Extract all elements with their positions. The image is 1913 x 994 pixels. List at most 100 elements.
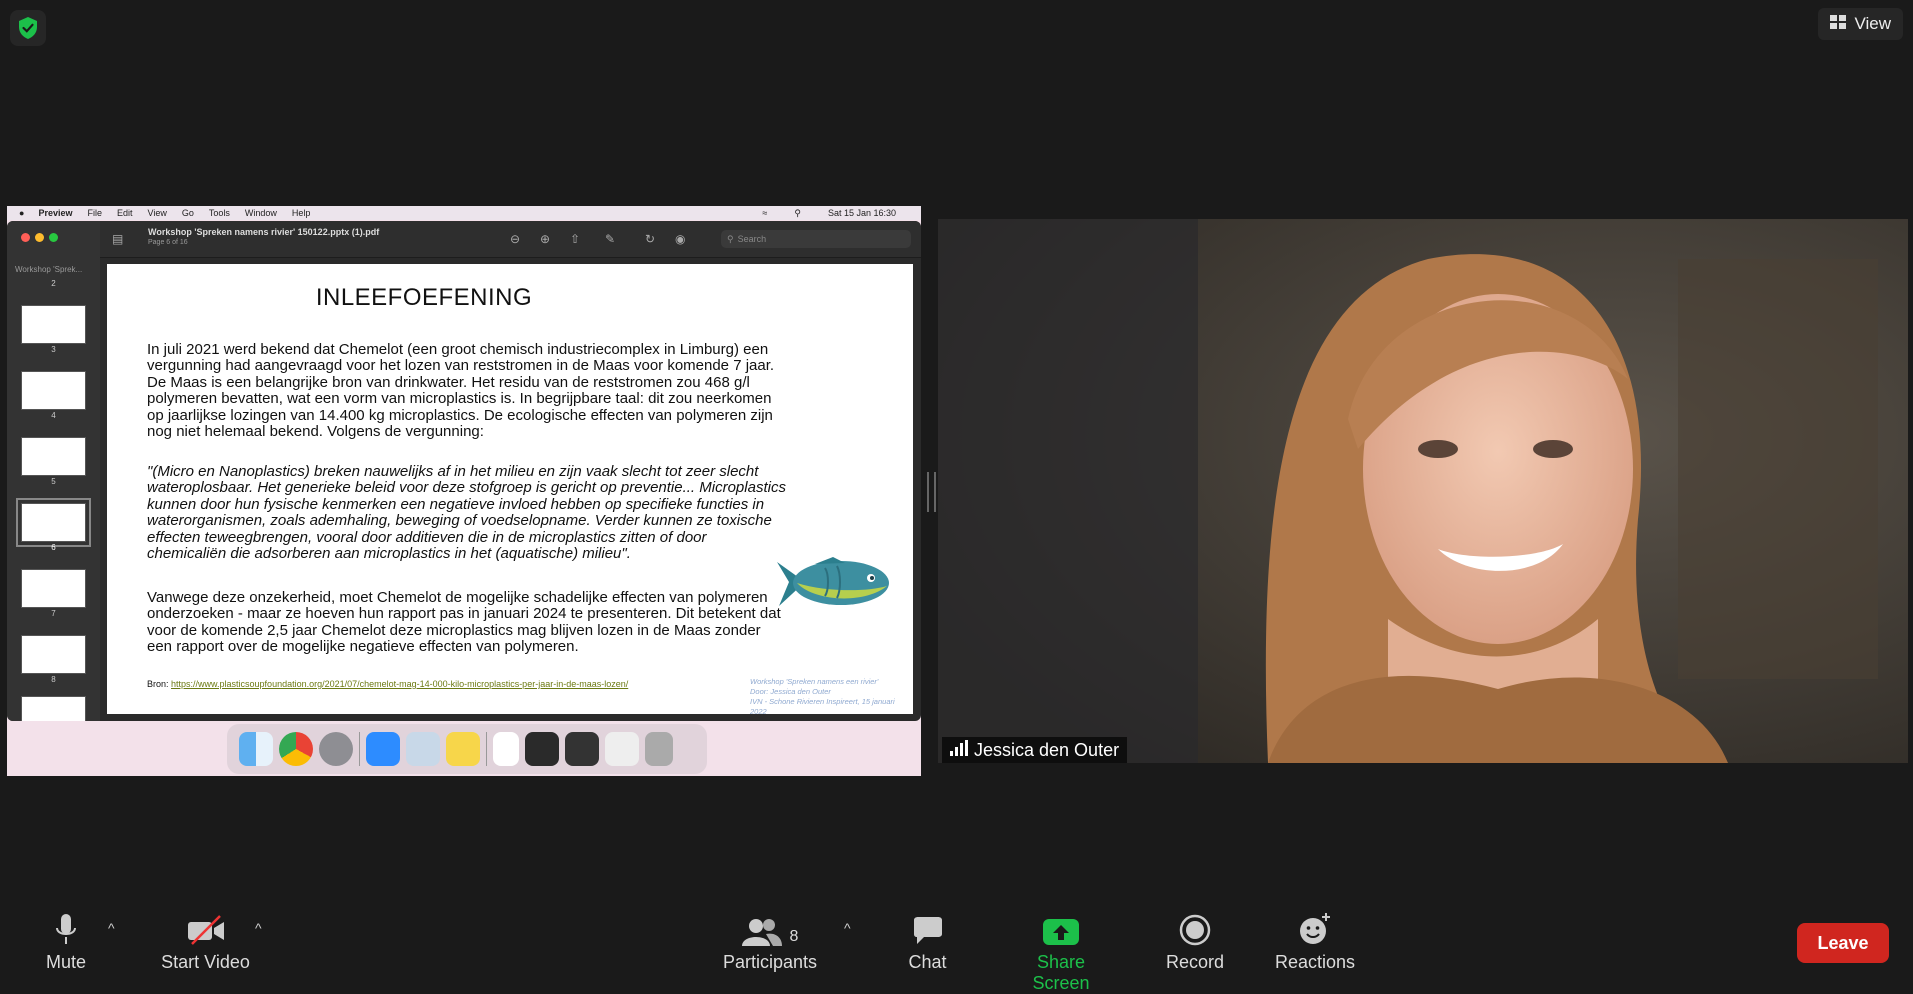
footer-line: Workshop 'Spreken namens een rivier' xyxy=(750,677,879,686)
clock-text: Sat 15 Jan 16:30 xyxy=(827,207,896,218)
menu-item[interactable]: Edit xyxy=(117,208,133,218)
preview-window: Workshop 'Sprek... 2 3 4 5 6 7 8 ▤ Works… xyxy=(7,221,921,721)
document-title: Workshop 'Spreken namens rivier' 150122.… xyxy=(148,227,380,237)
participant-count: 8 xyxy=(789,928,799,945)
grid-icon xyxy=(1830,14,1847,34)
page-thumbnail[interactable] xyxy=(21,371,86,410)
start-video-label: Start Video xyxy=(161,952,250,972)
view-button[interactable]: View xyxy=(1818,8,1903,40)
search-input[interactable]: ⚲ Search xyxy=(721,230,911,248)
fish-illustration xyxy=(775,554,893,617)
reactions-label: Reactions xyxy=(1274,952,1356,972)
window-preview-icon[interactable] xyxy=(525,732,559,766)
menu-item[interactable]: Preview xyxy=(38,208,72,218)
people-icon xyxy=(741,919,782,946)
sidebar-toggle-icon[interactable]: ▤ xyxy=(112,232,123,246)
thumb-number: 2 xyxy=(51,279,56,288)
participant-name: Jessica den Outer xyxy=(974,739,1120,760)
chevron-up-icon[interactable]: ^ xyxy=(255,920,262,936)
slide-title: INLEEFOEFENING xyxy=(315,284,533,311)
window-preview-icon[interactable] xyxy=(605,732,639,766)
thumbnail-sidebar[interactable]: Workshop 'Sprek... 2 3 4 5 6 7 8 xyxy=(7,221,100,721)
leave-button[interactable]: Leave xyxy=(1797,923,1889,963)
zoom-out-icon[interactable]: ⊖ xyxy=(510,232,520,246)
system-preferences-icon[interactable] xyxy=(319,732,353,766)
share-screen-label: Share Screen xyxy=(1032,952,1090,993)
markup-icon[interactable]: ✎ xyxy=(605,232,615,246)
menu-item[interactable]: File xyxy=(87,208,102,218)
menu-item[interactable]: Tools xyxy=(209,208,230,218)
chat-bubble-icon xyxy=(912,910,944,946)
participants-label: Participants xyxy=(722,952,818,972)
window-preview-icon[interactable] xyxy=(565,732,599,766)
mac-menu-bar: ● Preview File Edit View Go Tools Window… xyxy=(7,206,921,220)
video-frame-image xyxy=(938,219,1908,763)
leave-label: Leave xyxy=(1817,932,1869,953)
source-link[interactable]: https://www.plasticsoupfoundation.org/20… xyxy=(171,679,628,689)
thumb-number: 4 xyxy=(51,411,56,420)
microphone-icon xyxy=(54,910,78,946)
shared-screen: ● Preview File Edit View Go Tools Window… xyxy=(7,206,921,776)
participant-video[interactable]: Jessica den Outer xyxy=(938,219,1908,763)
chrome-icon[interactable] xyxy=(279,732,313,766)
slide-paragraph: In juli 2021 werd bekend dat Chemelot (e… xyxy=(147,341,775,441)
mute-button[interactable]: Mute xyxy=(40,910,92,973)
rotate-icon[interactable]: ↻ xyxy=(645,232,655,246)
trash-icon[interactable] xyxy=(645,732,673,766)
search-icon: ⚲ xyxy=(727,233,734,244)
menu-item[interactable]: View xyxy=(148,208,167,218)
footer-line: Door: Jessica den Outer xyxy=(750,687,831,696)
search-placeholder: Search xyxy=(737,234,767,244)
slide-footer: Workshop 'Spreken namens een rivier' Doo… xyxy=(750,677,913,717)
chevron-up-icon[interactable]: ^ xyxy=(844,920,851,936)
dock-divider xyxy=(359,732,360,766)
thumb-number: 7 xyxy=(51,609,56,618)
zoom-app-icon[interactable] xyxy=(366,732,400,766)
chat-label: Chat xyxy=(908,952,947,972)
page-thumbnail-selected[interactable] xyxy=(16,498,91,547)
preview-app-icon[interactable] xyxy=(406,732,440,766)
close-window-icon[interactable] xyxy=(21,233,30,242)
thumb-number: 5 xyxy=(51,477,56,486)
wifi-icon: ≈ xyxy=(762,207,768,218)
menu-item[interactable]: Help xyxy=(292,208,311,218)
mute-label: Mute xyxy=(45,952,87,972)
menu-item[interactable]: Go xyxy=(182,208,194,218)
notes-app-icon[interactable] xyxy=(446,732,480,766)
participant-name-tag: Jessica den Outer xyxy=(942,737,1128,763)
chat-button[interactable]: Chat xyxy=(905,910,950,973)
document-icon[interactable] xyxy=(493,732,519,766)
mac-dock xyxy=(227,724,707,774)
chevron-up-icon[interactable]: ^ xyxy=(108,920,115,936)
participants-icon-group: 8 xyxy=(741,910,799,946)
minimize-window-icon[interactable] xyxy=(35,233,44,242)
source-label: Bron: xyxy=(147,679,172,689)
splitter-handle[interactable] xyxy=(927,472,936,512)
apple-icon: ● xyxy=(19,208,25,218)
slide-quote: "(Micro en Nanoplastics) breken nauwelij… xyxy=(147,463,786,563)
page-thumbnail[interactable] xyxy=(21,696,86,721)
share-screen-button[interactable]: Share Screen xyxy=(1006,910,1116,994)
thumb-number: 3 xyxy=(51,345,56,354)
page-thumbnail[interactable] xyxy=(21,635,86,674)
annotate-icon[interactable]: ◉ xyxy=(675,232,685,246)
reactions-button[interactable]: Reactions xyxy=(1274,910,1356,973)
share-icon[interactable]: ⇧ xyxy=(570,232,580,246)
page-thumbnail[interactable] xyxy=(21,437,86,476)
pdf-page: INLEEFOEFENING In juli 2021 werd bekend … xyxy=(107,264,913,717)
maximize-window-icon[interactable] xyxy=(49,233,58,242)
finder-icon[interactable] xyxy=(239,732,273,766)
menu-item[interactable]: Window xyxy=(245,208,277,218)
smiley-plus-icon xyxy=(1298,910,1332,946)
slide-paragraph: Vanwege deze onzekerheid, moet Chemelot … xyxy=(147,589,781,656)
record-icon xyxy=(1179,910,1211,946)
search-icon: ⚲ xyxy=(794,207,801,218)
start-video-button[interactable]: Start Video xyxy=(158,910,253,973)
record-button[interactable]: Record xyxy=(1165,910,1225,973)
view-label: View xyxy=(1854,14,1891,33)
page-thumbnail[interactable] xyxy=(21,569,86,608)
security-shield-icon[interactable] xyxy=(10,10,46,46)
page-thumbnail[interactable] xyxy=(21,305,86,344)
zoom-in-icon[interactable]: ⊕ xyxy=(540,232,550,246)
participants-button[interactable]: 8 Participants xyxy=(720,910,820,973)
